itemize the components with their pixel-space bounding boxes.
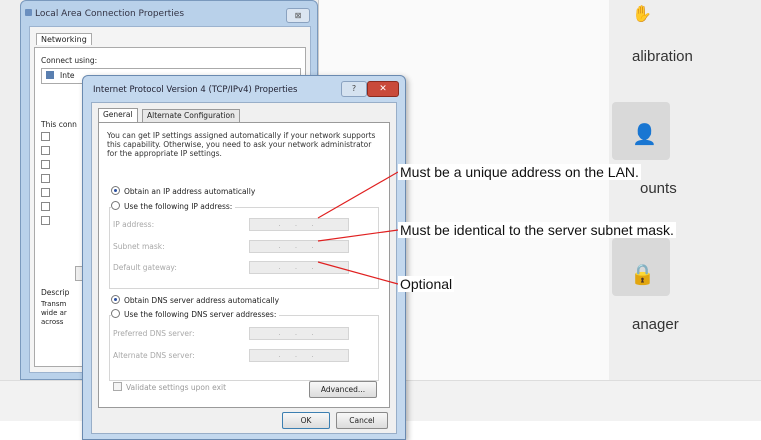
callout-line-ip — [317, 171, 399, 219]
callout-lines — [317, 171, 399, 285]
callout-subnet-mask: Must be identical to the server subnet m… — [398, 222, 676, 238]
callout-line-subnet — [317, 229, 399, 242]
callout-line-gateway — [317, 261, 399, 285]
callout-unique-address: Must be a unique address on the LAN. — [398, 164, 641, 180]
callout-optional: Optional — [398, 276, 455, 292]
